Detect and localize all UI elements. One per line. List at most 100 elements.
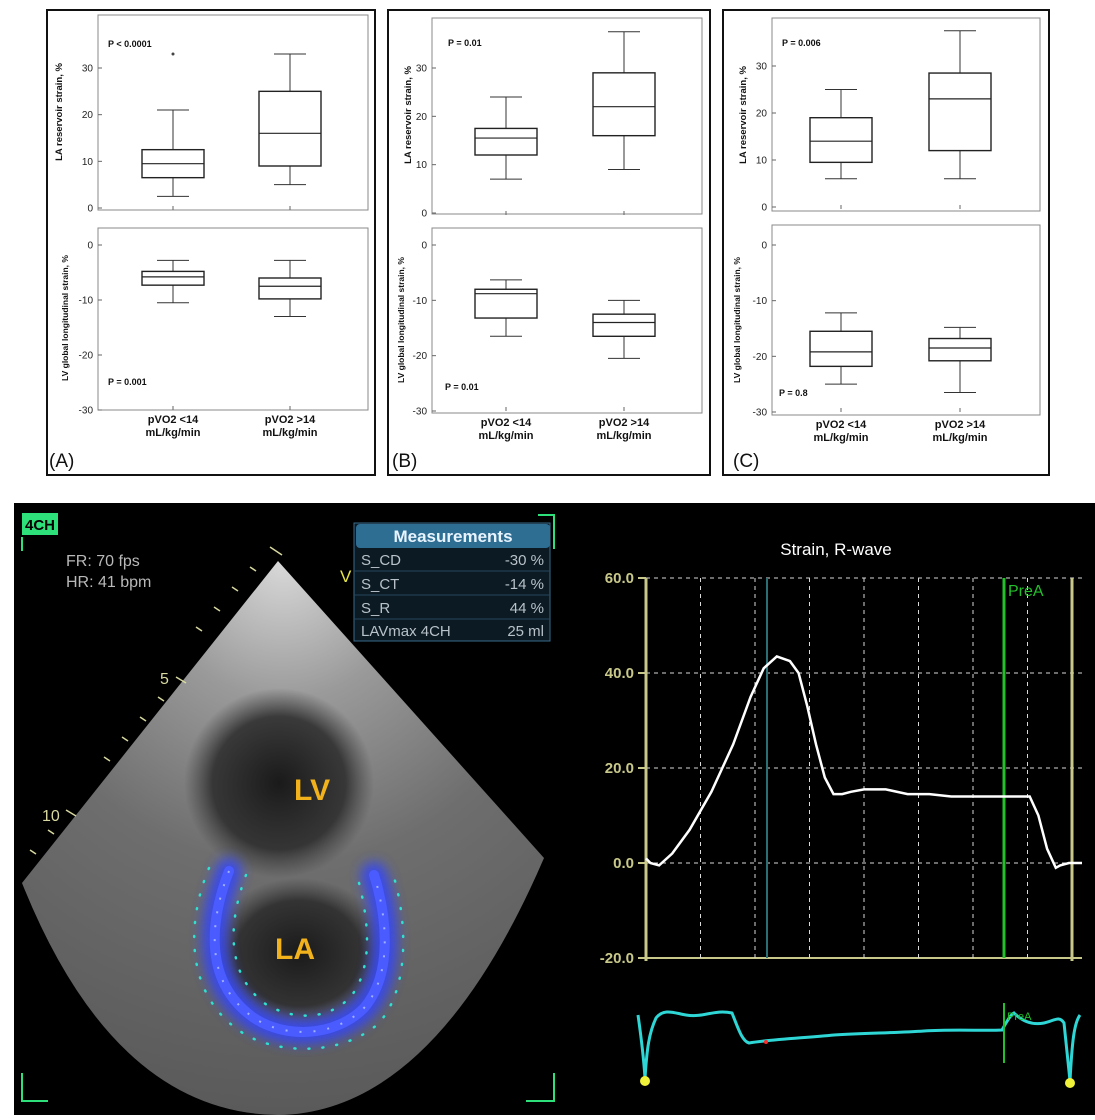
panel-c-xlabel-2-line2: mL/kg/min [932, 432, 987, 444]
measurement-name: S_CD [361, 552, 401, 569]
prea-label: PreA [1008, 583, 1044, 600]
echo-svg: 5 10 V LV LA 4CH FR: 70 fps HR: 41 bpm M… [21, 513, 1082, 1115]
panel-c-top-p-value: P = 0.006 [782, 38, 821, 48]
panel-c-top-yticks: 0 10 20 30 [756, 62, 768, 214]
box-2 [258, 53, 322, 186]
iqr-box [258, 90, 322, 167]
measurement-value: 25 ml [507, 623, 544, 640]
panel-b-bottom-ylabel: LV global longitudinal strain, % [396, 257, 406, 383]
panel-b-top-ylabel: LA reservoir strain, % [403, 66, 414, 164]
panel-c-bottom-ylabel: LV global longitudinal strain, % [732, 257, 742, 383]
ytick-label: -30 [753, 408, 768, 419]
strain-ytick-label: 60.0 [605, 570, 634, 587]
panel-b-xlabel-2-line2: mL/kg/min [596, 430, 651, 442]
box-1 [141, 259, 205, 304]
measurement-value: 44 % [510, 600, 544, 617]
panel-c-xlabel-1-line2: mL/kg/min [813, 432, 868, 444]
box-2 [928, 326, 992, 394]
measurement-name: S_R [361, 600, 390, 617]
ytick-label: 0 [761, 241, 767, 252]
panel-c-bottom-plot-frame [771, 224, 1041, 416]
depth-mark-5: 5 [160, 671, 169, 688]
ytick-label: -30 [413, 407, 428, 418]
ytick-label: -20 [413, 351, 428, 362]
lv-cavity [184, 688, 374, 878]
panel-a: (A) LA reservoir strain, % LV global lon… [49, 14, 369, 472]
ecg-prea-label: PreA [1007, 1011, 1032, 1023]
strain-graph: Strain, R-wave 60.0 40.0 20.0 0.0 -20.0 … [600, 540, 1082, 967]
ytick-label: 0 [421, 209, 427, 220]
panel-c-top-boxes [772, 30, 992, 209]
box-2 [592, 299, 656, 359]
measurement-name: LAVmax 4CH [361, 623, 451, 640]
iqr-box [474, 127, 538, 156]
panel-a-bottom-yticks: 0 -10 -20 -30 [79, 241, 94, 417]
panel-b-xlabel-1-line2: mL/kg/min [478, 430, 533, 442]
box-2 [592, 31, 656, 170]
measurements-title: Measurements [393, 527, 512, 546]
panel-a-top-p-value: P < 0.0001 [108, 39, 152, 49]
panel-b: (B) LA reservoir strain, % LV global lon… [392, 17, 703, 472]
depth-mark-10: 10 [42, 808, 60, 825]
box-1 [474, 96, 538, 180]
ytick-label: 30 [756, 62, 768, 73]
panel-a-bottom-ylabel: LV global longitudinal strain, % [60, 255, 70, 381]
panel-b-top-p-value: P = 0.01 [448, 38, 482, 48]
panel-a-top-boxes [98, 52, 322, 210]
la-label: LA [275, 933, 315, 966]
box-1 [141, 52, 205, 197]
strain-grid [638, 577, 1082, 959]
ytick-label: -20 [79, 351, 94, 362]
strain-ytick-label: 0.0 [613, 855, 634, 872]
box-plot-figure: (A) LA reservoir strain, % LV global lon… [49, 14, 1041, 472]
ytick-label: 20 [416, 112, 428, 123]
panel-a-xlabel-1-line2: mL/kg/min [145, 427, 200, 439]
ytick-label: 10 [756, 156, 768, 167]
iqr-box [928, 72, 992, 152]
ytick-label: 10 [416, 160, 428, 171]
ytick-label: 20 [756, 109, 768, 120]
panel-c-label: (C) [733, 451, 759, 472]
iqr-box [592, 72, 656, 137]
box-1 [809, 89, 873, 180]
ytick-label: 0 [761, 203, 767, 214]
iqr-box [141, 270, 205, 286]
panel-c: (C) LA reservoir strain, % LV global lon… [732, 17, 1041, 472]
strain-ytick-label: 20.0 [605, 760, 634, 777]
measurement-value: -14 % [505, 576, 544, 593]
panel-a-top-ylabel: LA reservoir strain, % [54, 63, 65, 161]
ytick-label: -20 [753, 352, 768, 363]
panel-a-bottom-p-value: P = 0.001 [108, 377, 147, 387]
panel-c-top-ylabel: LA reservoir strain, % [738, 66, 749, 164]
corner-bracket-br [526, 1073, 555, 1102]
ytick-label: -10 [79, 296, 94, 307]
iqr-box [592, 313, 656, 337]
box-1 [474, 279, 538, 337]
panel-b-label: (B) [392, 451, 417, 472]
ytick-label: -10 [753, 296, 768, 307]
panel-c-bottom-boxes [772, 244, 992, 413]
measurements-box: Measurements S_CD -30 % S_CT -14 % S_R 4… [353, 522, 551, 642]
v-marker: V [340, 567, 352, 586]
strain-graph-title: Strain, R-wave [780, 540, 891, 559]
ytick-label: -30 [79, 406, 94, 417]
outlier-point [171, 52, 175, 56]
panel-c-bottom-p-value: P = 0.8 [779, 388, 808, 398]
strain-ytick-label: -20.0 [600, 950, 634, 967]
ytick-label: 10 [82, 157, 94, 168]
frame-rate: FR: 70 fps [66, 553, 140, 570]
panel-b-xlabel-2-line1: pVO2 >14 [599, 417, 650, 429]
iqr-box [809, 330, 873, 368]
ytick-label: 0 [87, 204, 93, 215]
ytick-label: 0 [421, 241, 427, 252]
echo-image-panel: 5 10 V LV LA 4CH FR: 70 fps HR: 41 bpm M… [14, 503, 1095, 1115]
box-2 [258, 259, 322, 317]
ytick-label: -10 [413, 296, 428, 307]
strain-yticks: 60.0 40.0 20.0 0.0 -20.0 [600, 570, 634, 967]
panel-a-label: (A) [49, 451, 74, 472]
ecg-trace: PreA [636, 1003, 1082, 1088]
heart-rate: HR: 41 bpm [66, 574, 151, 591]
box-1 [809, 312, 873, 385]
panel-a-xlabel-2-line1: pVO2 >14 [265, 414, 316, 426]
ytick-label: 30 [82, 64, 94, 75]
